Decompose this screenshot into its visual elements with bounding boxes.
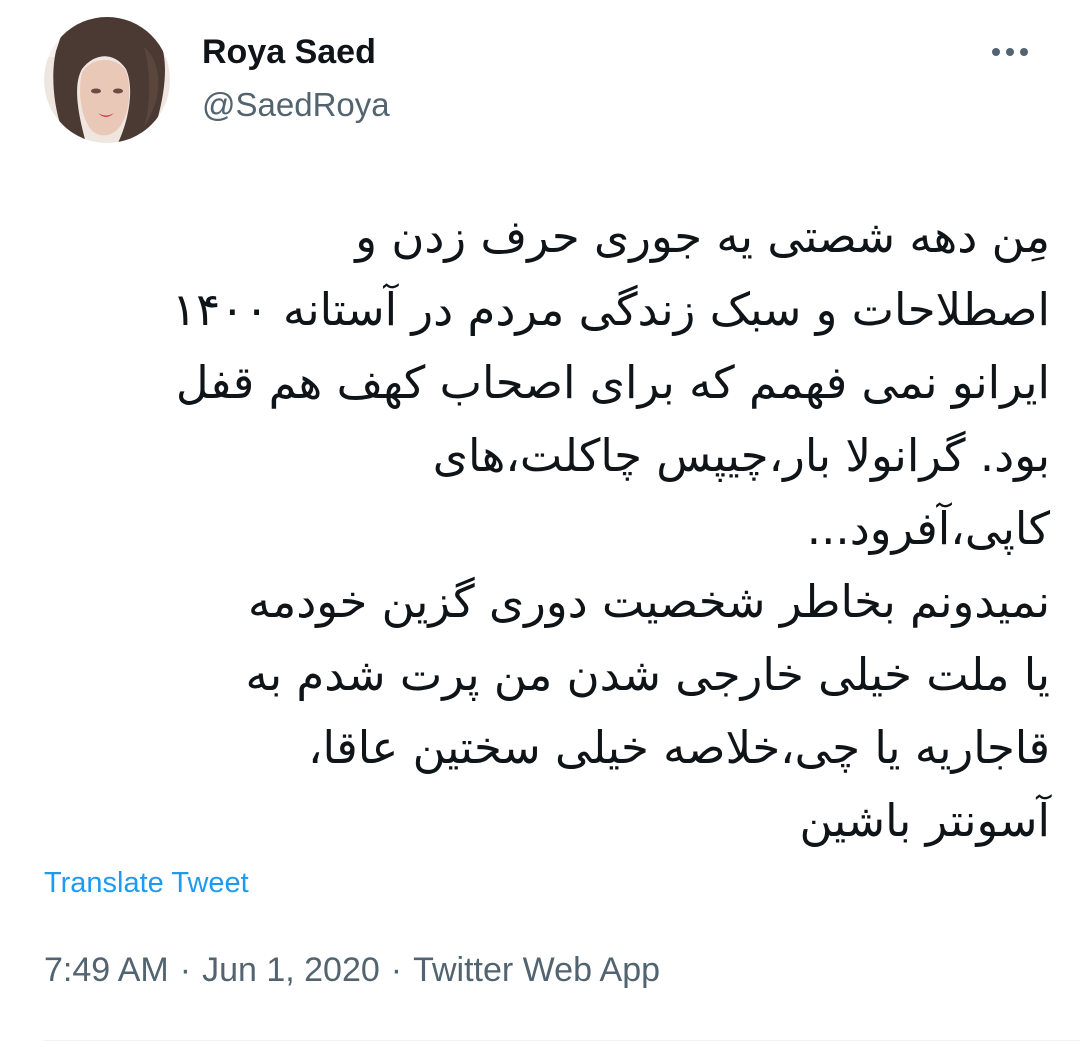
meta-separator: · (390, 951, 403, 989)
tweet-text-line: قاجاریه یا چی،خلاصه خیلی سختین عاقا، (307, 721, 1050, 774)
author-handle[interactable]: @SaedRoya (202, 84, 390, 126)
tweet-time[interactable]: 7:49 AM (44, 951, 169, 989)
more-horizontal-icon (992, 48, 1000, 56)
tweet-metadata: 7:49 AM · Jun 1, 2020 · Twitter Web App (44, 948, 660, 992)
more-options-button[interactable] (980, 30, 1040, 74)
tweet-detail: Roya Saed @SaedRoya مِن دهه شصتی یه جوری… (0, 0, 1080, 1059)
avatar[interactable] (44, 17, 170, 143)
tweet-text-line: آسونتر باشین (799, 794, 1050, 847)
tweet-text-line: بود. گرانولا بار،چیپس چاکلت،های (432, 429, 1050, 482)
translate-tweet-link[interactable]: Translate Tweet (44, 863, 249, 903)
tweet-text: مِن دهه شصتی یه جوری حرف زدن و اصطلاحات … (40, 200, 1050, 857)
more-horizontal-icon (1020, 48, 1028, 56)
tweet-text-line: مِن دهه شصتی یه جوری حرف زدن و (355, 210, 1050, 263)
more-horizontal-icon (1006, 48, 1014, 56)
tweet-text-line: نمیدونم بخاطر شخصیت دوری گزین خودمه (247, 575, 1050, 628)
tweet-source[interactable]: Twitter Web App (413, 951, 660, 989)
profile-photo-icon (44, 17, 170, 143)
tweet-text-line: کاپی،آفرود... (806, 502, 1050, 555)
divider (44, 1040, 1080, 1041)
tweet-text-line: اصطلاحات و سبک زندگی مردم در آستانه ۱۴۰۰ (171, 283, 1050, 336)
tweet-text-line: یا ملت خیلی خارجی شدن من پرت شدم به (245, 648, 1050, 701)
tweet-text-line: ایرانو نمی فهمم که برای اصحاب کهف هم قفل (175, 356, 1050, 409)
author-name[interactable]: Roya Saed (202, 30, 376, 74)
meta-separator: · (179, 951, 192, 989)
tweet-date[interactable]: Jun 1, 2020 (202, 951, 380, 989)
